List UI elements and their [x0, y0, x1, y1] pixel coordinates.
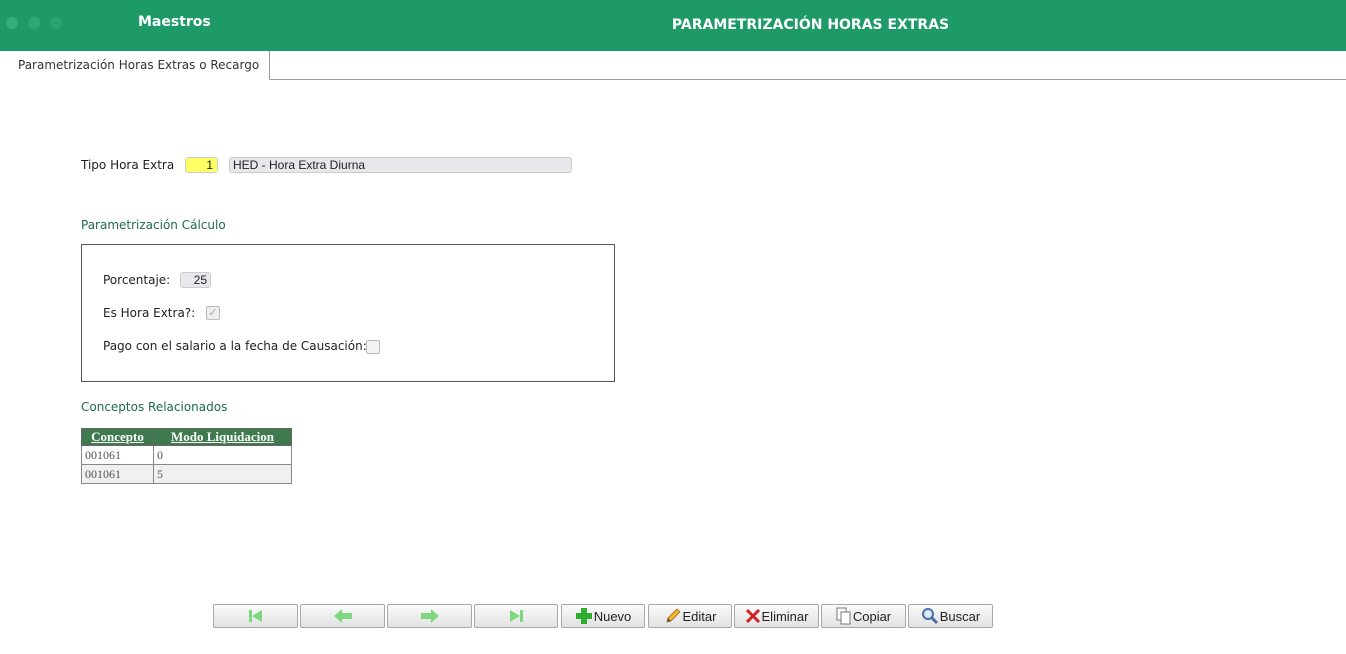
- concepto-cell[interactable]: 001061: [81, 445, 154, 465]
- es-hora-extra-checkbox[interactable]: ✓: [206, 306, 220, 320]
- calc-section-title: Parametrización Cálculo: [81, 218, 226, 232]
- buscar-button[interactable]: Buscar: [908, 604, 993, 628]
- plus-icon: [575, 608, 592, 624]
- last-record-button[interactable]: [474, 604, 558, 628]
- modo-liquidacion-cell[interactable]: 5: [153, 464, 292, 484]
- buscar-label: Buscar: [939, 608, 981, 624]
- pago-salario-checkbox[interactable]: [366, 340, 380, 354]
- first-record-button[interactable]: [213, 604, 298, 628]
- first-record-icon: [248, 610, 262, 622]
- pago-salario-label: Pago con el salario a la fecha de Causac…: [103, 339, 367, 353]
- table-header-row: Concepto Modo Liquidacion: [81, 428, 292, 446]
- copiar-button[interactable]: Copiar: [821, 604, 906, 628]
- page-title: PARAMETRIZACIÓN HORAS EXTRAS: [671, 17, 950, 33]
- copy-icon: [836, 607, 851, 625]
- conceptos-section-title: Conceptos Relacionados: [81, 400, 228, 414]
- table-row[interactable]: 001061 5: [81, 464, 292, 484]
- tipo-hora-extra-label: Tipo Hora Extra: [81, 158, 175, 172]
- modo-liquidacion-cell[interactable]: 0: [153, 445, 292, 465]
- search-icon: [921, 608, 938, 625]
- column-header-concepto[interactable]: Concepto: [81, 428, 154, 446]
- checkmark-icon: ✓: [208, 306, 218, 319]
- pencil-icon: [665, 608, 681, 623]
- delete-x-icon: [745, 608, 760, 624]
- column-header-modo-liquidacion[interactable]: Modo Liquidacion: [153, 428, 292, 446]
- editar-label: Editar: [682, 608, 717, 624]
- eliminar-button[interactable]: Eliminar: [734, 604, 819, 628]
- tipo-hora-extra-description-field: HED - Hora Extra Diurna: [229, 157, 572, 173]
- previous-record-button[interactable]: [300, 604, 385, 628]
- last-record-icon: [510, 610, 523, 622]
- conceptos-table: Concepto Modo Liquidacion 001061 0 00106…: [81, 428, 292, 484]
- nuevo-button[interactable]: Nuevo: [561, 604, 645, 628]
- eliminar-label: Eliminar: [761, 608, 809, 624]
- tab-parametrizacion[interactable]: Parametrización Horas Extras o Recargo: [0, 51, 270, 80]
- editar-button[interactable]: Editar: [648, 604, 732, 628]
- concepto-cell[interactable]: 001061: [81, 464, 154, 484]
- next-record-button[interactable]: [387, 604, 472, 628]
- copiar-label: Copiar: [852, 608, 892, 624]
- porcentaje-label: Porcentaje:: [103, 273, 171, 287]
- table-row[interactable]: 001061 0: [81, 445, 292, 465]
- tab-bar: Parametrización Horas Extras o Recargo: [0, 51, 1346, 80]
- tipo-hora-extra-code-input[interactable]: 1: [185, 157, 218, 173]
- es-hora-extra-label: Es Hora Extra?:: [103, 306, 196, 320]
- previous-record-icon: [333, 609, 352, 623]
- next-record-icon: [420, 609, 439, 623]
- porcentaje-input[interactable]: 25: [180, 272, 211, 288]
- nuevo-label: Nuevo: [593, 608, 632, 624]
- app-header: Maestros PARAMETRIZACIÓN HORAS EXTRAS: [0, 0, 1346, 51]
